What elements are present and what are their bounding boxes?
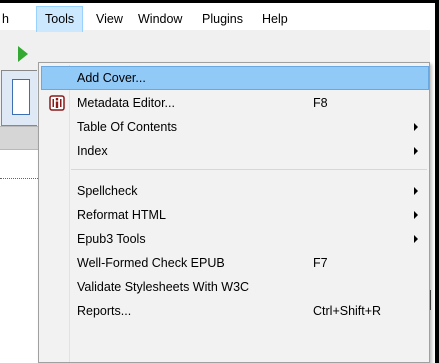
menu-item-shortcut: F7 (313, 256, 328, 270)
menu-item-label: Add Cover... (77, 71, 146, 85)
menu-item-shortcut: Ctrl+Shift+R (313, 304, 382, 318)
menu-item-label: Reports... (77, 304, 132, 318)
submenu-arrow-icon (414, 235, 418, 243)
dotted-divider (0, 178, 38, 179)
menu-item-table-of-contents[interactable]: Table Of Contents (41, 115, 429, 139)
menu-item-add-cover[interactable]: Add Cover... (41, 66, 429, 90)
submenu-arrow-icon (414, 187, 418, 195)
menu-item-label: Epub3 Tools (77, 232, 146, 246)
menu-view[interactable]: View (88, 6, 131, 32)
editor-area (0, 150, 38, 363)
submenu-arrow-icon (414, 147, 418, 155)
submenu-arrow-icon (414, 123, 418, 131)
menu-separator (71, 169, 427, 170)
app-window: h Tools View Window Plugins Help Add Cov… (0, 0, 435, 363)
menu-item-label: Reformat HTML (77, 208, 166, 222)
menu-search[interactable]: h (0, 6, 17, 32)
tools-menu: Add Cover... Metadata Editor... F8 Table… (38, 62, 430, 363)
play-icon[interactable] (18, 46, 28, 62)
menu-item-epub3-tools[interactable]: Epub3 Tools (41, 227, 429, 251)
metadata-info-icon (49, 95, 65, 111)
menu-item-reports[interactable]: Reports... Ctrl+Shift+R (41, 299, 429, 323)
menu-item-well-formed-check[interactable]: Well-Formed Check EPUB F7 (41, 251, 429, 275)
right-panel (430, 30, 435, 363)
page-icon (12, 79, 30, 115)
menu-item-validate-stylesheets[interactable]: Validate Stylesheets With W3C (41, 275, 429, 299)
menu-item-label: Table Of Contents (77, 120, 178, 134)
menu-item-label: Metadata Editor... (77, 96, 175, 110)
toolbar-button[interactable] (1, 70, 37, 126)
menu-tools[interactable]: Tools (36, 6, 84, 32)
menu-item-metadata-editor[interactable]: Metadata Editor... F8 (41, 91, 429, 115)
menu-window[interactable]: Window (130, 6, 190, 32)
menubar: h Tools View Window Plugins Help (0, 0, 435, 32)
menu-item-spellcheck[interactable]: Spellcheck (41, 179, 429, 203)
menu-plugins[interactable]: Plugins (194, 6, 251, 32)
menu-item-shortcut: F8 (313, 96, 328, 110)
menu-item-index[interactable]: Index (41, 139, 429, 163)
menu-item-label: Spellcheck (77, 184, 138, 198)
menu-item-label: Well-Formed Check EPUB (77, 256, 225, 270)
menu-item-reformat-html[interactable]: Reformat HTML (41, 203, 429, 227)
menu-help[interactable]: Help (254, 6, 296, 32)
menu-item-label: Validate Stylesheets With W3C (77, 280, 250, 294)
toolbar-separator (0, 126, 38, 150)
right-panel-edge (430, 290, 435, 310)
menu-item-label: Index (77, 144, 108, 158)
submenu-arrow-icon (414, 211, 418, 219)
